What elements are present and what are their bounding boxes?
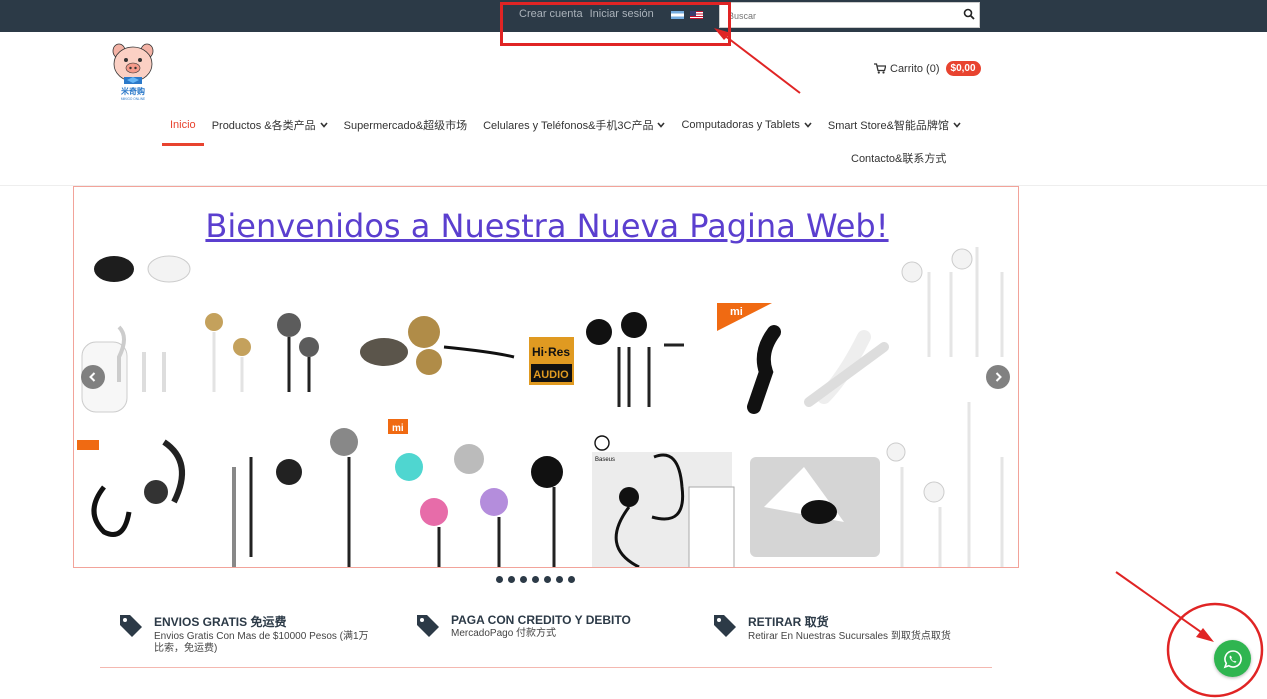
whatsapp-button[interactable] [1214, 640, 1251, 677]
carousel-dot[interactable] [544, 576, 551, 583]
logo-text: 米奇购 [120, 86, 145, 96]
carousel-dot[interactable] [508, 576, 515, 583]
annotation-highlight-box [500, 2, 731, 46]
shopping-cart-icon [874, 63, 886, 74]
feature-title: PAGA CON CREDITO Y DEBITO [451, 613, 631, 627]
nav-item-computadoras[interactable]: Computadoras y Tablets [673, 119, 819, 131]
hero-carousel[interactable]: Hi·Res AUDIO mi mi Baseus Bienvenidos a … [73, 186, 1019, 568]
carousel-dot[interactable] [532, 576, 539, 583]
mi-badge-bottom: mi [392, 423, 404, 434]
cart-label: Carrito (0) [890, 62, 940, 75]
hires-badge-bottom: AUDIO [533, 369, 569, 381]
whatsapp-icon [1223, 649, 1242, 668]
chevron-down-icon [657, 122, 666, 128]
carousel-dot[interactable] [520, 576, 527, 583]
chevron-down-icon [320, 122, 328, 128]
feature-title: RETIRAR 取货 [748, 615, 829, 629]
hires-badge-top: Hi·Res [532, 345, 570, 359]
cart-link[interactable]: Carrito (0) $0,00 [874, 61, 981, 76]
feature-pickup: RETIRAR 取货 Retirar En Nuestras Sucursale… [712, 613, 962, 643]
banner-title[interactable]: Bienvenidos a Nuestra Nueva Pagina Web! [74, 207, 1018, 245]
cart-total-badge: $0,00 [945, 61, 981, 76]
baseus-badge: Baseus [595, 457, 615, 463]
chevron-down-icon [953, 122, 961, 128]
chevron-left-icon [89, 372, 96, 382]
search-box [719, 2, 980, 28]
carousel-dot[interactable] [556, 576, 563, 583]
feature-desc: MercadoPago 付款方式 [451, 628, 557, 639]
feature-desc: Envios Gratis Con Mas de $10000 Pesos (满… [154, 631, 369, 654]
site-logo[interactable]: 米奇购 MIKIGO ONLINE [109, 42, 157, 102]
nav-item-productos[interactable]: Productos &各类产品 [204, 117, 336, 133]
carousel-dot[interactable] [568, 576, 575, 583]
carousel-prev-button[interactable] [81, 365, 105, 389]
nav-item-smart-store[interactable]: Smart Store&智能品牌馆 [820, 117, 969, 133]
mi-badge-top: mi [730, 306, 743, 318]
nav-item-inicio[interactable]: Inicio [162, 119, 204, 146]
nav-item-celulares[interactable]: Celulares y Teléfonos&手机3C产品 [475, 117, 673, 133]
tag-icon [417, 615, 439, 637]
tag-icon [120, 615, 142, 637]
search-icon[interactable] [963, 8, 975, 20]
tag-icon [714, 615, 736, 637]
footer-divider [100, 667, 992, 668]
nav-item-contacto[interactable]: Contacto&联系方式 [851, 150, 946, 166]
search-input[interactable] [728, 8, 948, 24]
chevron-right-icon [995, 372, 1002, 382]
feature-desc: Retirar En Nuestras Sucursales 到取货点取货 [748, 631, 951, 642]
carousel-dot[interactable] [496, 576, 503, 583]
chevron-down-icon [804, 122, 812, 128]
main-nav: Inicio Productos &各类产品 Supermercado&超级市场… [162, 117, 969, 146]
logo-subtext: MIKIGO ONLINE [121, 97, 145, 101]
carousel-indicators [496, 576, 575, 583]
feature-title: ENVIOS GRATIS 免运费 [154, 615, 287, 629]
carousel-next-button[interactable] [986, 365, 1010, 389]
feature-payment: PAGA CON CREDITO Y DEBITO MercadoPago 付款… [415, 613, 675, 640]
nav-item-supermercado[interactable]: Supermercado&超级市场 [336, 117, 476, 133]
feature-free-shipping: ENVIOS GRATIS 免运费 Envios Gratis Con Mas … [118, 613, 378, 655]
